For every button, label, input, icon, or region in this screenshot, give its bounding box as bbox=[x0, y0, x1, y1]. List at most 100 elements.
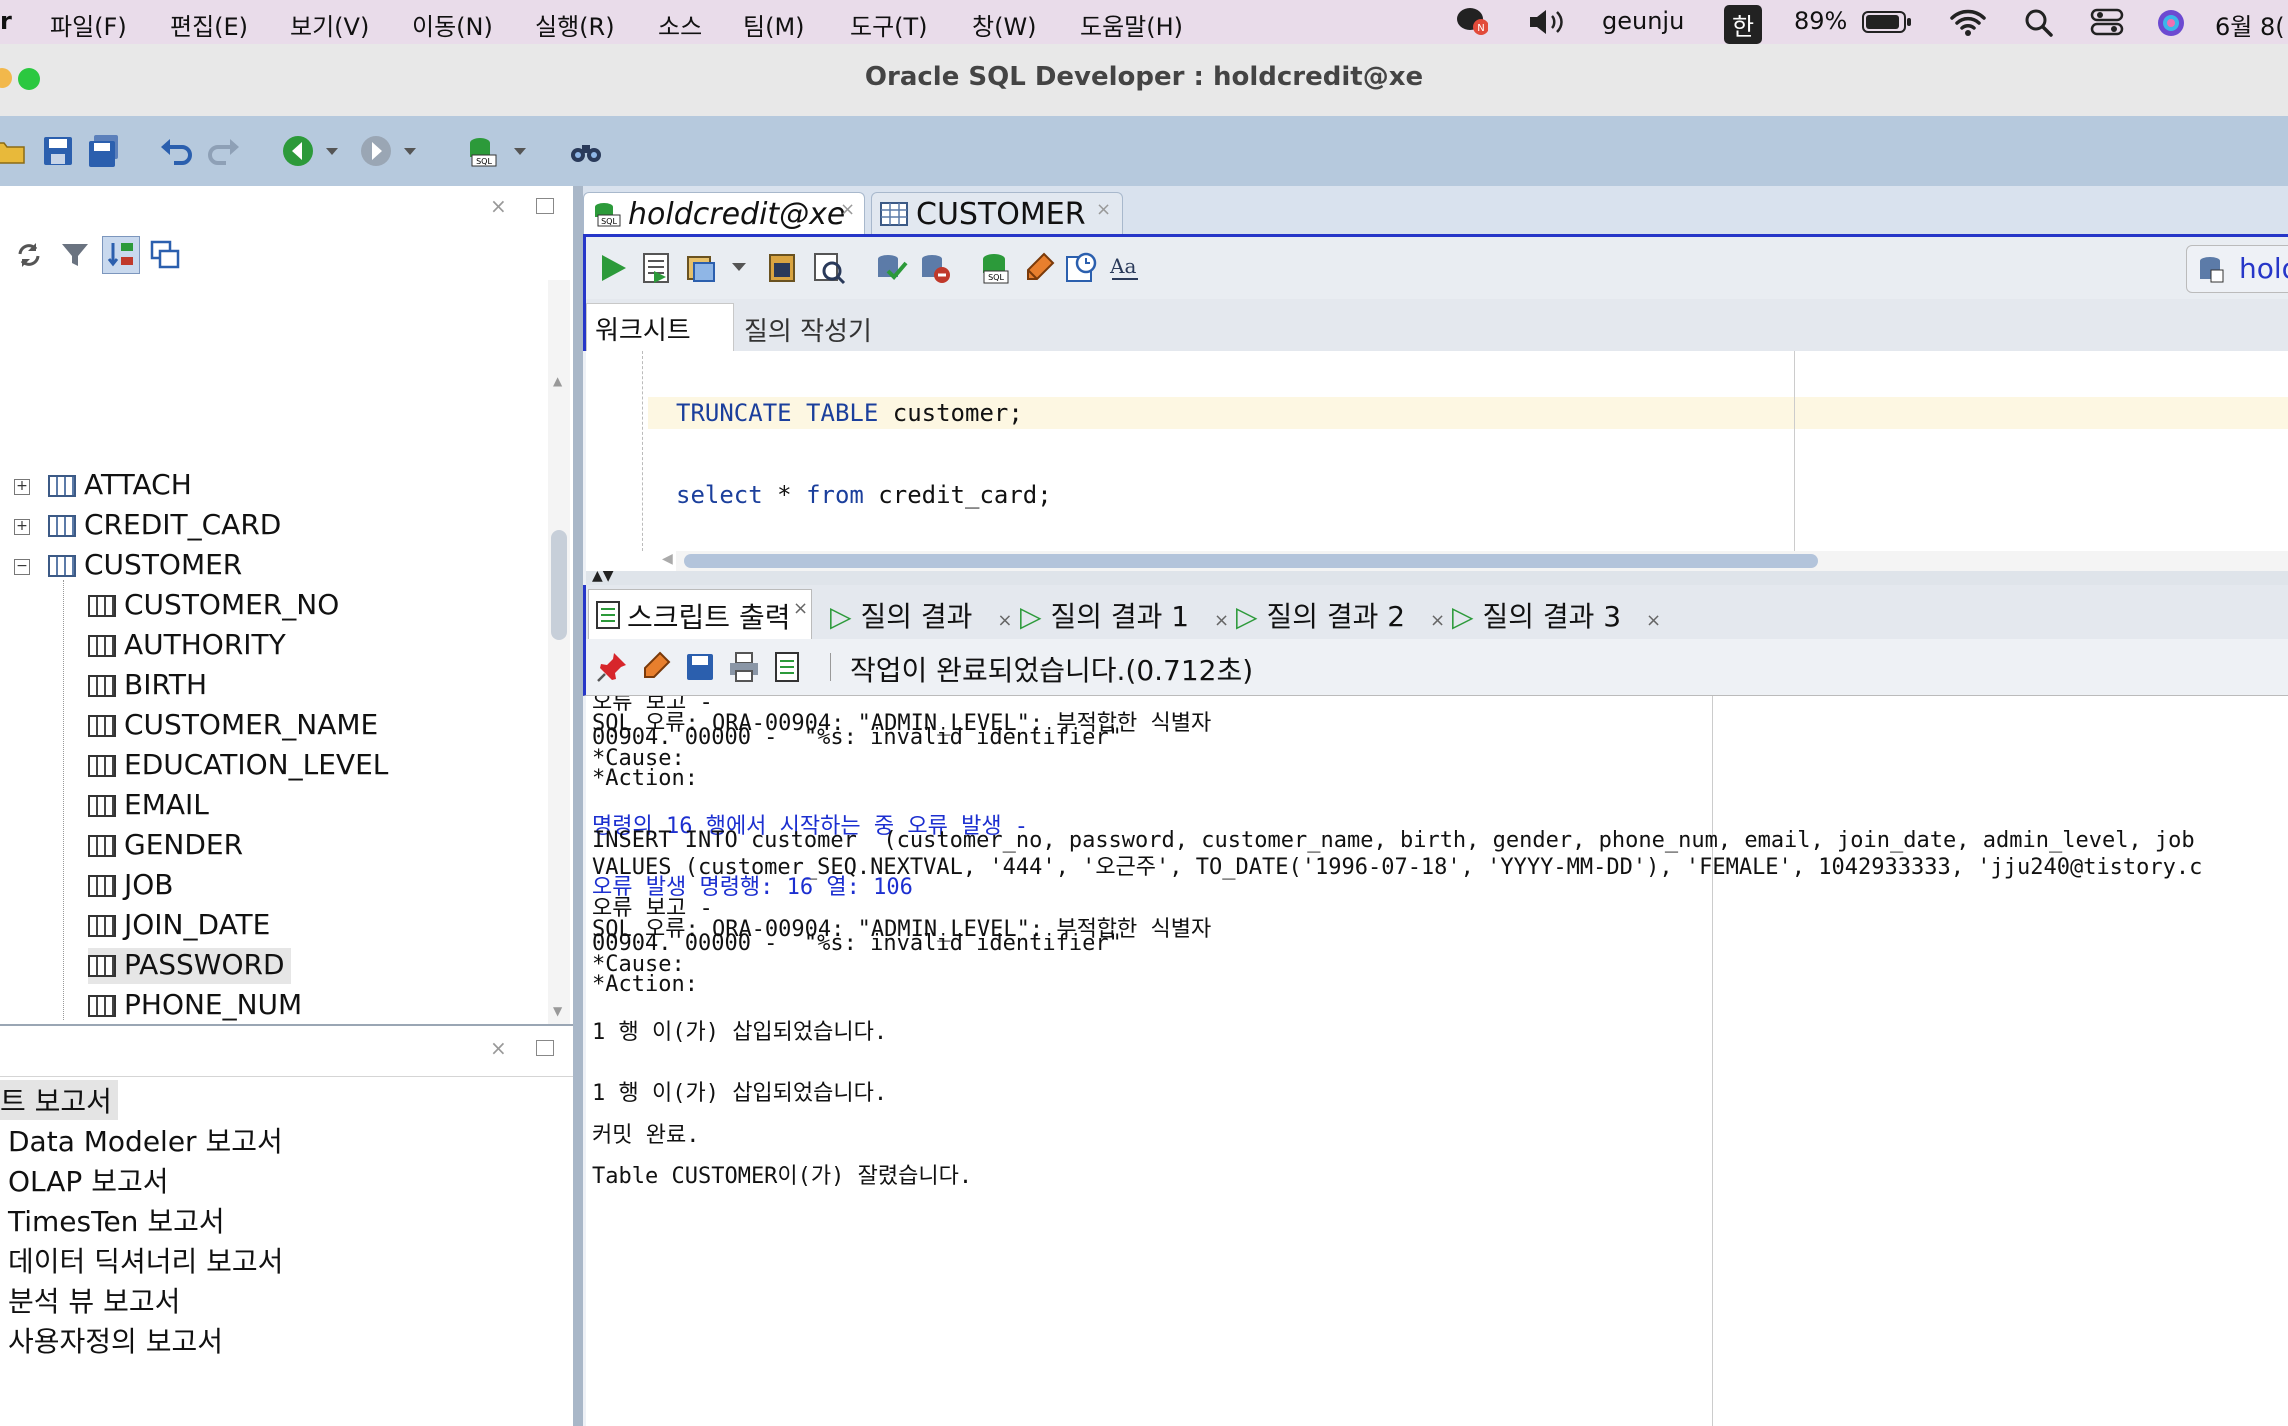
collapse-all-icon[interactable] bbox=[150, 240, 182, 274]
sql-tuning-advisor-icon[interactable] bbox=[812, 251, 846, 289]
script-output-area[interactable]: 오류 보고 - SQL 오류: ORA-00904: "ADMIN_LEVEL":… bbox=[586, 696, 2288, 1426]
editor-horizontal-scrollbar[interactable]: ◀ bbox=[662, 551, 2288, 571]
save-all-icon[interactable] bbox=[86, 133, 122, 169]
tree-scrollbar[interactable]: ▲ ▼ bbox=[548, 280, 570, 1024]
tree-node-customer[interactable]: CUSTOMER bbox=[48, 548, 242, 584]
pin-icon[interactable] bbox=[596, 651, 628, 687]
wifi-icon[interactable] bbox=[1950, 8, 1986, 42]
volume-icon[interactable] bbox=[1528, 8, 1570, 42]
chat-notification-icon[interactable]: N bbox=[1456, 6, 1489, 36]
tab-query-result[interactable]: ▷ 질의 결과 × bbox=[830, 595, 1012, 635]
commit-icon[interactable] bbox=[874, 251, 908, 289]
tree-column-education-level[interactable]: EDUCATION_LEVEL bbox=[88, 748, 388, 784]
menu-run[interactable]: 실행(R) bbox=[535, 7, 615, 42]
collapse-customer-icon[interactable]: − bbox=[14, 559, 30, 575]
close-tab-icon[interactable]: × bbox=[997, 610, 1012, 631]
open-output-file-icon[interactable] bbox=[772, 651, 804, 687]
tab-customer-table[interactable]: CUSTOMER × bbox=[871, 192, 1123, 235]
clock-date[interactable]: 6월 8( bbox=[2215, 7, 2285, 42]
menu-source[interactable]: 소스 bbox=[658, 7, 702, 42]
explain-plan-icon[interactable] bbox=[766, 251, 800, 289]
report-analytic-view[interactable]: 분석 뷰 보고서 bbox=[8, 1280, 180, 1320]
control-center-icon[interactable] bbox=[2090, 8, 2124, 42]
close-tab-icon[interactable]: × bbox=[1096, 199, 1111, 220]
report-user-defined[interactable]: 사용자정의 보고서 bbox=[8, 1320, 223, 1360]
report-data-dictionary[interactable]: 데이터 딕셔너리 보고서 bbox=[8, 1240, 283, 1280]
editor-output-splitter[interactable]: ▲▼ bbox=[586, 568, 2288, 585]
search-icon[interactable] bbox=[2024, 8, 2054, 44]
app-menu-fragment[interactable]: r bbox=[0, 7, 12, 35]
menu-edit[interactable]: 편집(E) bbox=[170, 7, 248, 42]
open-folder-icon[interactable] bbox=[0, 133, 26, 169]
expand-attach-icon[interactable]: + bbox=[14, 479, 30, 495]
menu-view[interactable]: 보기(V) bbox=[290, 7, 369, 42]
tab-query-result-1[interactable]: ▷ 질의 결과 1 × bbox=[1020, 595, 1229, 635]
scroll-left-arrow-icon[interactable]: ◀ bbox=[662, 551, 673, 567]
user-name[interactable]: geunju bbox=[1602, 7, 1684, 35]
redo-icon[interactable] bbox=[206, 133, 242, 169]
clear-eraser-icon[interactable] bbox=[1022, 251, 1056, 289]
tree-column-customer-no[interactable]: CUSTOMER_NO bbox=[88, 588, 339, 624]
menu-help[interactable]: 도움말(H) bbox=[1080, 7, 1183, 42]
tab-query-result-3[interactable]: ▷ 질의 결과 3 × bbox=[1452, 595, 1661, 635]
close-tab-icon[interactable]: × bbox=[1214, 610, 1229, 631]
input-method-indicator[interactable]: 한 bbox=[1724, 5, 1763, 44]
pane-splitter[interactable] bbox=[573, 186, 583, 1426]
run-script-icon[interactable] bbox=[640, 251, 674, 289]
expand-credit-card-icon[interactable]: + bbox=[14, 519, 30, 535]
format-case-icon[interactable]: Aa bbox=[1108, 251, 1142, 289]
filter-icon[interactable] bbox=[60, 240, 90, 274]
scroll-up-arrow-icon[interactable]: ▲ bbox=[553, 374, 562, 388]
menu-file[interactable]: 파일(F) bbox=[50, 7, 127, 42]
sql-editor[interactable]: TRUNCATE TABLE customer; select * from c… bbox=[586, 351, 2288, 571]
tab-query-builder[interactable]: 질의 작성기 bbox=[744, 311, 872, 348]
tab-holdcredit-worksheet[interactable]: SQL holdcredit@xe × bbox=[583, 192, 865, 235]
tree-node-attach[interactable]: ATTACH bbox=[48, 468, 192, 504]
back-dropdown-icon[interactable] bbox=[322, 133, 342, 169]
scroll-down-arrow-icon[interactable]: ▼ bbox=[553, 1004, 562, 1018]
close-panel-icon[interactable]: × bbox=[490, 194, 507, 218]
tree-node-credit-card[interactable]: CREDIT_CARD bbox=[48, 508, 281, 544]
save-output-icon[interactable] bbox=[684, 651, 716, 687]
sql-history-icon[interactable] bbox=[1064, 251, 1098, 289]
tree-column-join-date[interactable]: JOIN_DATE bbox=[88, 908, 270, 944]
clear-output-eraser-icon[interactable] bbox=[640, 651, 672, 687]
sql-dropdown-icon[interactable] bbox=[510, 133, 530, 169]
binoculars-icon[interactable] bbox=[568, 133, 604, 169]
siri-icon[interactable] bbox=[2156, 8, 2186, 44]
reports-root-item[interactable]: 트 보고서 bbox=[0, 1080, 118, 1120]
tree-column-password-selected[interactable]: PASSWORD bbox=[88, 948, 291, 984]
tree-column-job[interactable]: JOB bbox=[88, 868, 174, 904]
undo-icon[interactable] bbox=[158, 133, 194, 169]
run-statement-icon[interactable] bbox=[596, 251, 630, 289]
menu-team[interactable]: 팀(M) bbox=[743, 7, 805, 42]
menu-window[interactable]: 창(W) bbox=[972, 7, 1037, 42]
close-tab-icon[interactable]: × bbox=[1646, 610, 1661, 631]
tab-worksheet[interactable]: 워크시트 bbox=[586, 303, 734, 352]
autotrace-dropdown-icon[interactable] bbox=[730, 259, 748, 278]
tree-column-customer-name[interactable]: CUSTOMER_NAME bbox=[88, 708, 378, 744]
forward-dropdown-icon[interactable] bbox=[400, 133, 420, 169]
minimize-panel-icon[interactable] bbox=[536, 1040, 554, 1056]
unshared-sql-worksheet-icon[interactable]: SQL bbox=[978, 251, 1012, 289]
close-tab-icon[interactable]: × bbox=[840, 199, 855, 220]
minimize-panel-icon[interactable] bbox=[536, 198, 554, 214]
tab-query-result-2[interactable]: ▷ 질의 결과 2 × bbox=[1236, 595, 1445, 635]
report-data-modeler[interactable]: Data Modeler 보고서 bbox=[8, 1120, 283, 1160]
editor-scrollbar-thumb[interactable] bbox=[684, 554, 1818, 568]
forward-icon[interactable] bbox=[358, 133, 394, 169]
menu-navigate[interactable]: 이동(N) bbox=[412, 7, 493, 42]
save-icon[interactable] bbox=[40, 133, 76, 169]
back-icon[interactable] bbox=[280, 133, 316, 169]
tree-column-gender[interactable]: GENDER bbox=[88, 828, 243, 864]
menu-tools[interactable]: 도구(T) bbox=[850, 7, 928, 42]
sql-worksheet-icon[interactable]: SQL bbox=[464, 133, 500, 169]
battery-icon[interactable] bbox=[1862, 10, 1912, 40]
tree-scrollbar-thumb[interactable] bbox=[551, 530, 567, 640]
tree-column-phone-num[interactable]: PHONE_NUM bbox=[88, 988, 302, 1024]
close-tab-icon[interactable]: × bbox=[1430, 610, 1445, 631]
rollback-icon[interactable] bbox=[918, 251, 952, 289]
connection-selector[interactable]: hold bbox=[2186, 245, 2288, 293]
report-timesten[interactable]: TimesTen 보고서 bbox=[8, 1200, 225, 1240]
autotrace-icon[interactable] bbox=[684, 251, 718, 289]
